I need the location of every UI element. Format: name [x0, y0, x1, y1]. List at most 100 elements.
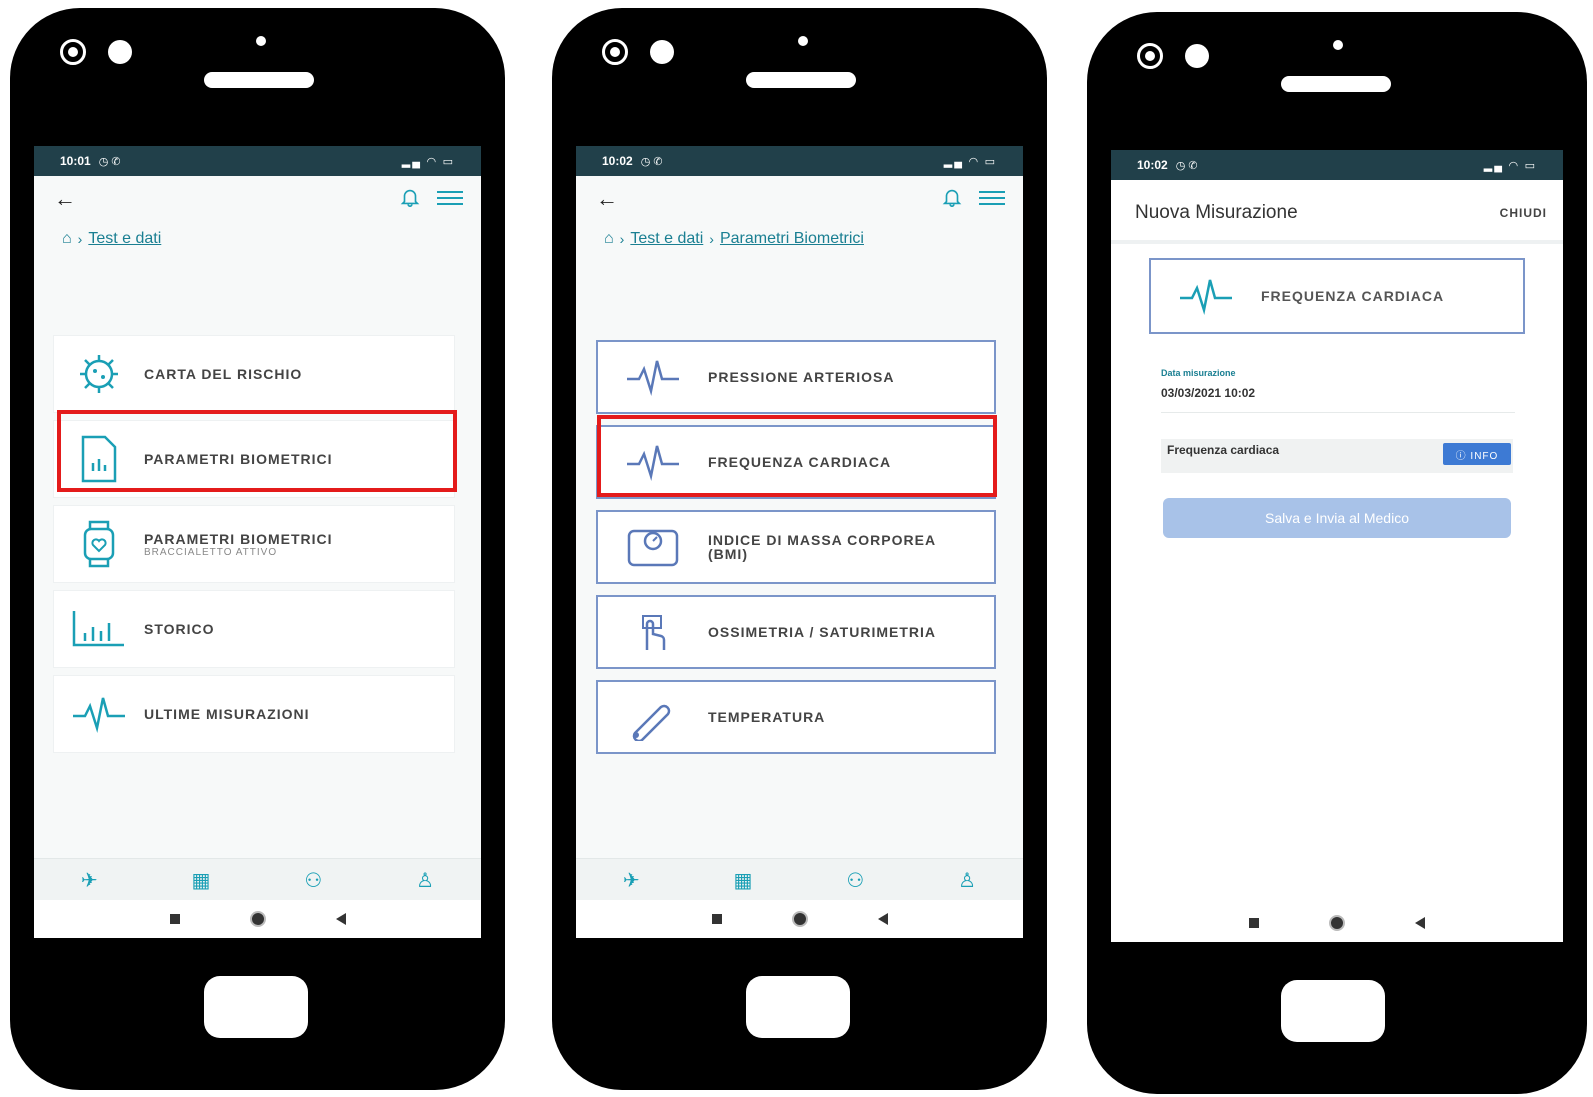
heartbeat-icon	[73, 697, 125, 733]
sensor-dot	[798, 36, 808, 46]
phone-frame-1: 10:01 ◷ ✆ ▂▄ ◠ ▭ ← ⌂ › Test e dati CARTA…	[10, 8, 505, 1090]
breadcrumb-link-parametri-biometrici[interactable]: Parametri Biometrici	[720, 230, 864, 248]
calendar-icon[interactable]: ▦	[734, 868, 753, 893]
menu-item-label: CARTA DEL RISCHIO	[144, 366, 303, 382]
selected-measurement: FREQUENZA CARDIACA	[1149, 258, 1525, 334]
recent-apps-icon[interactable]	[169, 914, 180, 924]
menu-item-storico[interactable]: STORICO	[54, 591, 454, 667]
dialog-header: Nuova Misurazione CHIUDI	[1111, 180, 1563, 244]
recent-apps-icon[interactable]	[1249, 918, 1259, 928]
people-icon[interactable]: ⚇	[304, 868, 322, 893]
highlight-box	[597, 415, 997, 497]
menu-item-pressione-arteriosa[interactable]: PRESSIONE ARTERIOSA	[596, 340, 996, 414]
bell-icon[interactable]	[941, 186, 963, 208]
rocket-icon[interactable]: ✈	[623, 868, 640, 893]
menu-item-label: TEMPERATURA	[708, 709, 826, 725]
breadcrumb: ⌂ › Test e dati	[62, 230, 161, 248]
user-icon[interactable]: ♙	[416, 868, 434, 893]
menu-item-temperatura[interactable]: TEMPERATURA	[596, 680, 996, 754]
bottom-nav: ✈ ▦ ⚇ ♙	[576, 858, 1023, 901]
home-icon[interactable]: ⌂	[604, 230, 614, 248]
divider	[1161, 412, 1515, 413]
save-and-send-button[interactable]: Salva e Invia al Medico	[1163, 498, 1511, 538]
status-icons: ◷ ✆	[1175, 159, 1198, 172]
menu-item-label: OSSIMETRIA / SATURIMETRIA	[708, 624, 936, 640]
back-triangle-icon[interactable]	[1415, 917, 1425, 929]
top-bar: ←	[34, 176, 481, 220]
dialog-title: Nuova Misurazione	[1135, 202, 1298, 223]
user-icon[interactable]: ♙	[958, 868, 976, 893]
smartwatch-icon	[83, 520, 115, 568]
home-icon[interactable]: ⌂	[62, 230, 72, 248]
status-bar: 10:02 ◷ ✆ ▂▄ ◠ ▭	[576, 146, 1023, 176]
menu-item-carta-del-rischio[interactable]: CARTA DEL RISCHIO	[54, 336, 454, 412]
breadcrumb-link-test-e-dati[interactable]: Test e dati	[88, 230, 161, 248]
phone-frame-3: 10:02 ◷ ✆ ▂▄ ◠ ▭ Nuova Misurazione CHIUD…	[1087, 12, 1587, 1094]
back-triangle-icon[interactable]	[877, 913, 888, 925]
hardware-home-button	[204, 976, 308, 1038]
status-icons: ◷ ✆	[640, 155, 663, 168]
virus-icon	[80, 355, 118, 393]
sensor-dot	[256, 36, 266, 46]
bell-icon[interactable]	[399, 186, 421, 208]
camera-icon	[60, 39, 86, 65]
breadcrumb-link-test-e-dati[interactable]: Test e dati	[630, 230, 703, 248]
recent-apps-icon[interactable]	[711, 914, 722, 924]
phone-frame-2: 10:02 ◷ ✆ ▂▄ ◠ ▭ ← ⌂ › Test e dati › Par…	[552, 8, 1047, 1090]
top-bar: ←	[576, 176, 1023, 220]
date-label: Data misurazione	[1161, 368, 1236, 378]
status-time: 10:02	[1137, 158, 1168, 172]
camera-dot	[650, 40, 674, 64]
status-time: 10:02	[602, 154, 633, 168]
menu-item-label: ULTIME MISURAZIONI	[144, 706, 310, 722]
menu-item-ossimetria[interactable]: OSSIMETRIA / SATURIMETRIA	[596, 595, 996, 669]
hamburger-menu-icon[interactable]	[437, 190, 463, 206]
screen-1: 10:01 ◷ ✆ ▂▄ ◠ ▭ ← ⌂ › Test e dati CARTA…	[34, 146, 481, 938]
chevron-right-icon: ›	[77, 231, 83, 247]
signal-wifi-battery-icon: ▂▄ ◠ ▭	[401, 155, 455, 168]
scale-icon	[627, 529, 679, 567]
hardware-home-button	[746, 976, 850, 1038]
people-icon[interactable]: ⚇	[846, 868, 864, 893]
home-circle-icon[interactable]	[791, 911, 808, 927]
camera-dot	[1185, 44, 1209, 68]
bar-chart-icon	[72, 611, 124, 647]
screen-2: 10:02 ◷ ✆ ▂▄ ◠ ▭ ← ⌂ › Test e dati › Par…	[576, 146, 1023, 938]
signal-wifi-battery-icon: ▂▄ ◠ ▭	[943, 155, 997, 168]
menu-item-indice-massa-corporea[interactable]: INDICE DI MASSA CORPOREA (BMI)	[596, 510, 996, 584]
speaker-grille	[746, 72, 856, 88]
date-value[interactable]: 03/03/2021 10:02	[1161, 386, 1255, 400]
system-nav	[34, 900, 481, 938]
heart-rate-field[interactable]: Frequenza cardiaca ⓘ INFO	[1161, 439, 1513, 473]
breadcrumb: ⌂ › Test e dati › Parametri Biometrici	[604, 230, 864, 248]
hardware-home-button	[1281, 980, 1385, 1042]
highlight-box	[57, 410, 457, 492]
thermometer-icon	[632, 704, 671, 741]
chevron-right-icon: ›	[709, 231, 714, 247]
finger-icon	[642, 615, 666, 650]
back-triangle-icon[interactable]	[335, 913, 346, 925]
system-nav	[1111, 904, 1563, 942]
menu-item-ultime-misurazioni[interactable]: ULTIME MISURAZIONI	[54, 676, 454, 752]
rocket-icon[interactable]: ✈	[81, 868, 98, 893]
menu-item-parametri-biometrici-braccialetto[interactable]: PARAMETRI BIOMETRICI BRACCIALETTO ATTIVO	[54, 506, 454, 582]
home-circle-icon[interactable]	[249, 911, 266, 927]
sensor-dot	[1333, 40, 1343, 50]
camera-icon	[1137, 43, 1163, 69]
status-time: 10:01	[60, 154, 91, 168]
selected-measurement-label: FREQUENZA CARDIACA	[1261, 288, 1445, 304]
home-circle-icon[interactable]	[1329, 915, 1345, 931]
status-icons: ◷ ✆	[98, 155, 121, 168]
close-button[interactable]: CHIUDI	[1500, 206, 1547, 220]
menu-item-label: PARAMETRI BIOMETRICI BRACCIALETTO ATTIVO	[144, 531, 333, 558]
hamburger-menu-icon[interactable]	[979, 190, 1005, 206]
back-arrow-icon[interactable]: ←	[54, 186, 76, 212]
back-arrow-icon[interactable]: ←	[596, 186, 618, 212]
calendar-icon[interactable]: ▦	[192, 868, 211, 893]
menu-item-label: PRESSIONE ARTERIOSA	[708, 369, 895, 385]
heartbeat-icon	[1180, 279, 1232, 315]
heartbeat-icon	[627, 360, 679, 396]
info-button[interactable]: ⓘ INFO	[1443, 443, 1511, 465]
camera-dot	[108, 40, 132, 64]
bottom-nav: ✈ ▦ ⚇ ♙	[34, 858, 481, 901]
